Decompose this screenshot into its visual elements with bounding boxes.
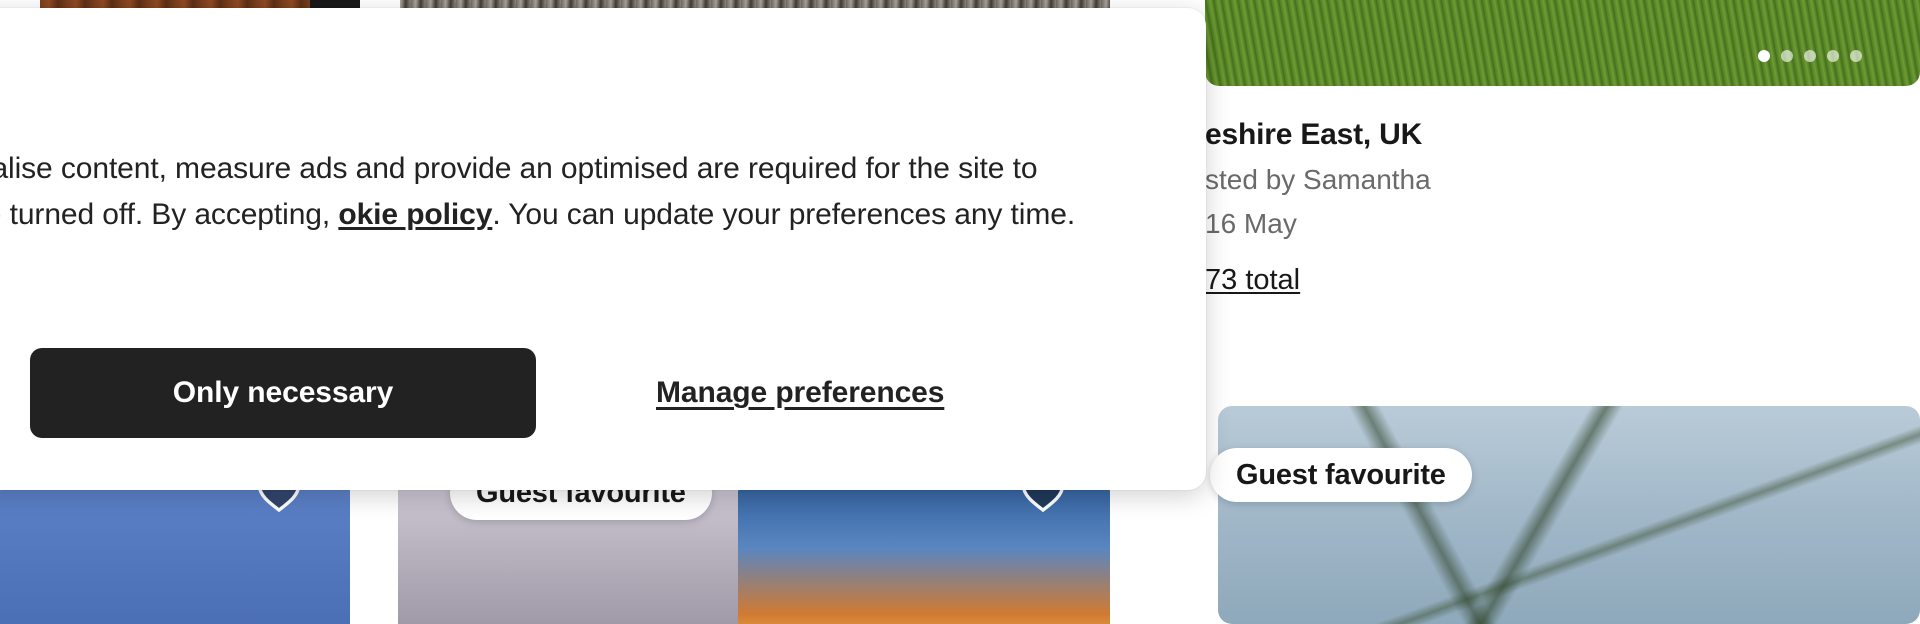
guest-favourite-badge: Guest favourite xyxy=(1210,448,1472,502)
carousel-dot-icon[interactable] xyxy=(1850,50,1862,62)
cookie-dialog-title: r experience xyxy=(0,64,1146,108)
listing-photo[interactable] xyxy=(1218,406,1920,624)
cookie-body-line-1: echnologies to personalise content, meas… xyxy=(0,152,689,185)
cookie-dialog-body: echnologies to personalise content, meas… xyxy=(0,146,1146,238)
listing-price[interactable]: 73 total xyxy=(1205,264,1920,297)
cookie-dialog-actions: Only necessary Manage preferences xyxy=(0,348,1146,438)
carousel-dots[interactable] xyxy=(1758,50,1862,62)
listing-info: eshire East, UK sted by Samantha 16 May … xyxy=(1205,118,1920,297)
carousel-dot-icon[interactable] xyxy=(1781,50,1793,62)
carousel-dot-icon[interactable] xyxy=(1804,50,1816,62)
listing-dates: 16 May xyxy=(1205,208,1297,239)
screen: eshire East, UK sted by Samantha 16 May … xyxy=(0,0,1920,624)
only-necessary-button[interactable]: Only necessary xyxy=(30,348,536,438)
listing-host: sted by Samantha xyxy=(1205,164,1431,195)
cookie-policy-link[interactable]: okie policy xyxy=(338,198,492,231)
manage-preferences-button[interactable]: Manage preferences xyxy=(656,348,944,438)
listing-title: eshire East, UK xyxy=(1205,118,1423,151)
cookie-body-tail: . You can update your preferences any ti… xyxy=(492,198,1076,231)
carousel-dot-icon[interactable] xyxy=(1827,50,1839,62)
listing-photo[interactable] xyxy=(1205,0,1920,86)
carousel-dot-icon[interactable] xyxy=(1758,50,1770,62)
cookie-consent-dialog: r experience echnologies to personalise … xyxy=(0,8,1206,490)
